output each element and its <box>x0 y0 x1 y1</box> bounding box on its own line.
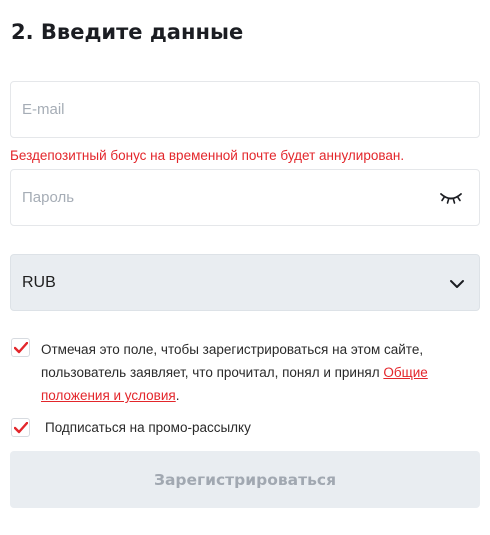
page-title: 2. Введите данные <box>11 20 244 44</box>
chevron-down-icon <box>449 277 465 289</box>
terms-label-text: Отмечая это поле, чтобы зарегистрировать… <box>41 342 424 380</box>
checkmark-icon <box>14 342 28 354</box>
email-field-container <box>10 81 480 138</box>
password-field-container <box>10 169 480 226</box>
register-button[interactable]: Зарегистрироваться <box>10 451 480 508</box>
email-warning-text: Бездепозитный бонус на временной почте б… <box>10 148 405 163</box>
password-input[interactable] <box>22 170 422 225</box>
terms-label: Отмечая это поле, чтобы зарегистрировать… <box>41 338 461 407</box>
currency-select[interactable]: RUB <box>10 254 480 311</box>
promo-checkbox[interactable] <box>11 418 30 437</box>
email-input[interactable] <box>22 82 422 137</box>
eye-closed-icon[interactable] <box>439 190 463 206</box>
terms-checkbox[interactable] <box>11 338 30 357</box>
promo-label: Подписаться на промо-рассылку <box>45 420 251 435</box>
currency-selected-value: RUB <box>22 274 56 291</box>
checkmark-icon <box>14 422 28 434</box>
terms-label-suffix: . <box>175 388 180 403</box>
